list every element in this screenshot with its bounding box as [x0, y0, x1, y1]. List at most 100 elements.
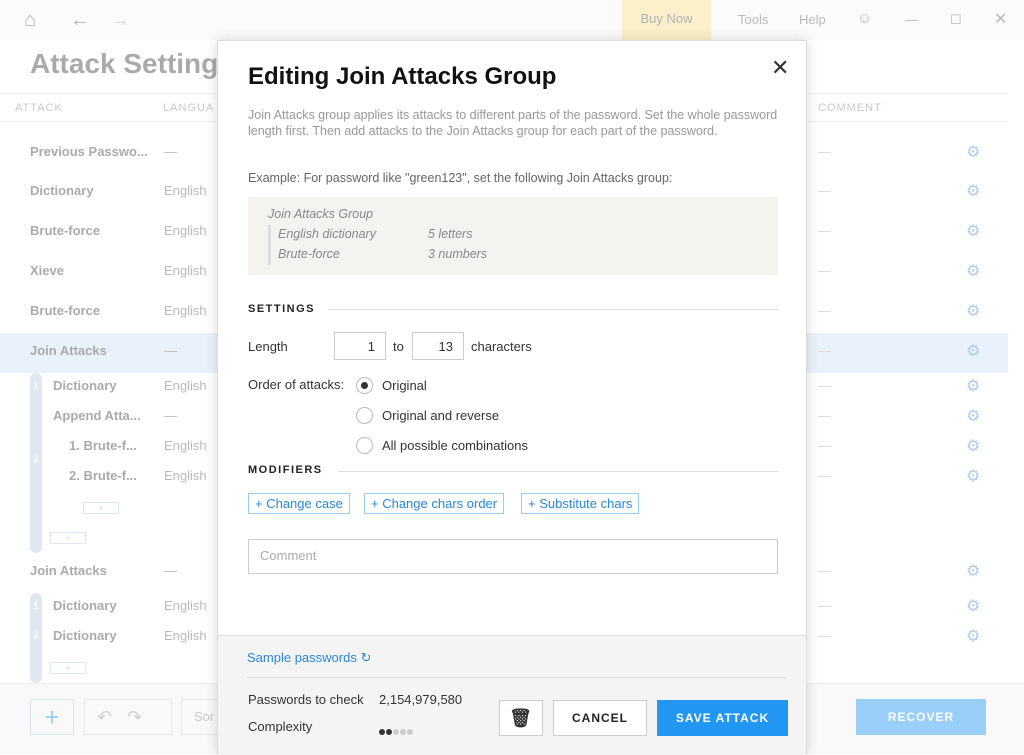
attack-comment: —	[818, 263, 831, 278]
dialog-description: Join Attacks group applies its attacks t…	[248, 108, 778, 138]
attack-comment: —	[818, 438, 831, 453]
complexity-dot	[407, 729, 413, 735]
gear-icon[interactable]: ⚙	[966, 596, 980, 616]
attack-comment: —	[818, 303, 831, 318]
radio-all-combinations[interactable]	[356, 437, 373, 454]
gear-icon[interactable]: ⚙	[966, 142, 980, 162]
attack-comment: —	[818, 144, 831, 159]
complexity-indicator	[379, 722, 414, 740]
attack-name: Dictionary	[53, 628, 117, 643]
length-from-input[interactable]: 1	[334, 332, 386, 360]
attack-name: Dictionary	[30, 183, 94, 198]
home-icon[interactable]: ⌂	[24, 9, 36, 32]
example-attack: Brute-force	[278, 247, 340, 261]
attack-comment: —	[818, 343, 831, 358]
complexity-dot	[379, 729, 385, 735]
refresh-icon: ↻	[360, 650, 372, 665]
length-to-input[interactable]: 13	[412, 332, 464, 360]
order-label: Order of attacks:	[248, 377, 345, 392]
attack-name: Dictionary	[53, 378, 117, 393]
maximize-button[interactable]: ☐	[950, 12, 962, 28]
dialog-title: Editing Join Attacks Group	[248, 63, 557, 90]
attack-comment: —	[818, 378, 831, 393]
passwords-to-check-value: 2,154,979,580	[379, 692, 463, 707]
top-bar: ⌂ ← → Buy Now Tools Help ☺ — ☐ ✕	[0, 0, 1024, 40]
radio-original-reverse[interactable]	[356, 407, 373, 424]
attack-language: —	[164, 408, 177, 423]
gear-icon[interactable]: ⚙	[966, 341, 980, 361]
gear-icon[interactable]: ⚙	[966, 561, 980, 581]
gear-icon[interactable]: ⚙	[966, 221, 980, 241]
attack-language: —	[164, 563, 177, 578]
example-attack: English dictionary	[278, 227, 376, 241]
gear-icon[interactable]: ⚙	[966, 261, 980, 281]
add-attack-button[interactable]: +	[50, 532, 86, 544]
smiley-icon[interactable]: ☺	[857, 10, 872, 27]
passwords-to-check-label: Passwords to check	[248, 692, 364, 707]
complexity-dot	[386, 729, 392, 735]
minimize-button[interactable]: —	[905, 12, 918, 27]
attack-language: English	[164, 438, 207, 453]
attack-language: English	[164, 598, 207, 613]
attack-comment: —	[818, 628, 831, 643]
attack-name: 2. Brute-f...	[69, 468, 137, 483]
complexity-dot	[400, 729, 406, 735]
attack-language: English	[164, 378, 207, 393]
group-bar: 12	[30, 373, 42, 553]
example-part: 5 letters	[428, 227, 473, 241]
substitute-chars-button[interactable]: + Substitute chars	[521, 493, 640, 514]
gear-icon[interactable]: ⚙	[966, 466, 980, 486]
change-chars-order-button[interactable]: + Change chars order	[364, 493, 505, 514]
tools-menu[interactable]: Tools	[738, 12, 768, 27]
back-icon[interactable]: ←	[70, 9, 90, 32]
attack-name: 1. Brute-f...	[69, 438, 137, 453]
cancel-button[interactable]: CANCEL	[553, 700, 647, 736]
example-box: Join Attacks Group English dictionary 5 …	[248, 197, 778, 275]
attack-comment: —	[818, 183, 831, 198]
attack-name: Previous Passwo...	[30, 144, 148, 159]
attack-name: Append Atta...	[53, 408, 141, 423]
attack-language: English	[164, 223, 207, 238]
sort-select[interactable]: Sor	[181, 699, 221, 735]
attack-comment: —	[818, 468, 831, 483]
radio-original[interactable]	[356, 377, 373, 394]
gear-icon[interactable]: ⚙	[966, 626, 980, 646]
gear-icon[interactable]: ⚙	[966, 436, 980, 456]
add-attack-button[interactable]: +	[50, 662, 86, 674]
example-part: 3 numbers	[428, 247, 488, 261]
attack-language: English	[164, 183, 207, 198]
gear-icon[interactable]: ⚙	[966, 376, 980, 396]
delete-button[interactable]: 🗑	[499, 700, 543, 736]
attack-comment: —	[818, 563, 831, 578]
complexity-dot	[393, 729, 399, 735]
radio-label: All possible combinations	[382, 438, 528, 453]
buy-now-button[interactable]: Buy Now	[622, 0, 711, 40]
add-button[interactable]: +	[30, 699, 74, 735]
attack-comment: —	[818, 223, 831, 238]
attack-name: Join Attacks	[30, 343, 107, 358]
forward-icon[interactable]: →	[110, 9, 130, 32]
attack-name: Brute-force	[30, 303, 101, 318]
add-subattack-button[interactable]: +	[83, 502, 119, 514]
dialog-footer: Sample passwords ↻ Passwords to check 2,…	[218, 635, 806, 755]
undo-redo-buttons[interactable]: ↶ ↷	[84, 699, 172, 735]
characters-label: characters	[471, 339, 532, 354]
save-attack-button[interactable]: SAVE ATTACK	[657, 700, 788, 736]
attack-language: English	[164, 303, 207, 318]
comment-input[interactable]: Comment	[248, 539, 778, 574]
attack-language: English	[164, 628, 207, 643]
attack-name: Brute-force	[30, 223, 101, 238]
change-case-button[interactable]: + Change case	[248, 493, 350, 514]
recover-button[interactable]: RECOVER	[856, 699, 986, 735]
sample-passwords-link[interactable]: Sample passwords ↻	[247, 650, 371, 666]
gear-icon[interactable]: ⚙	[966, 406, 980, 426]
edit-join-attacks-dialog: Editing Join Attacks Group ✕ Join Attack…	[217, 40, 807, 755]
example-text: Example: For password like "green123", s…	[248, 171, 673, 185]
length-label: Length	[248, 339, 288, 354]
close-window-button[interactable]: ✕	[994, 9, 1007, 29]
help-menu[interactable]: Help	[799, 12, 826, 27]
gear-icon[interactable]: ⚙	[966, 181, 980, 201]
close-icon[interactable]: ✕	[771, 55, 789, 81]
col-attack: ATTACK	[15, 102, 63, 114]
gear-icon[interactable]: ⚙	[966, 301, 980, 321]
